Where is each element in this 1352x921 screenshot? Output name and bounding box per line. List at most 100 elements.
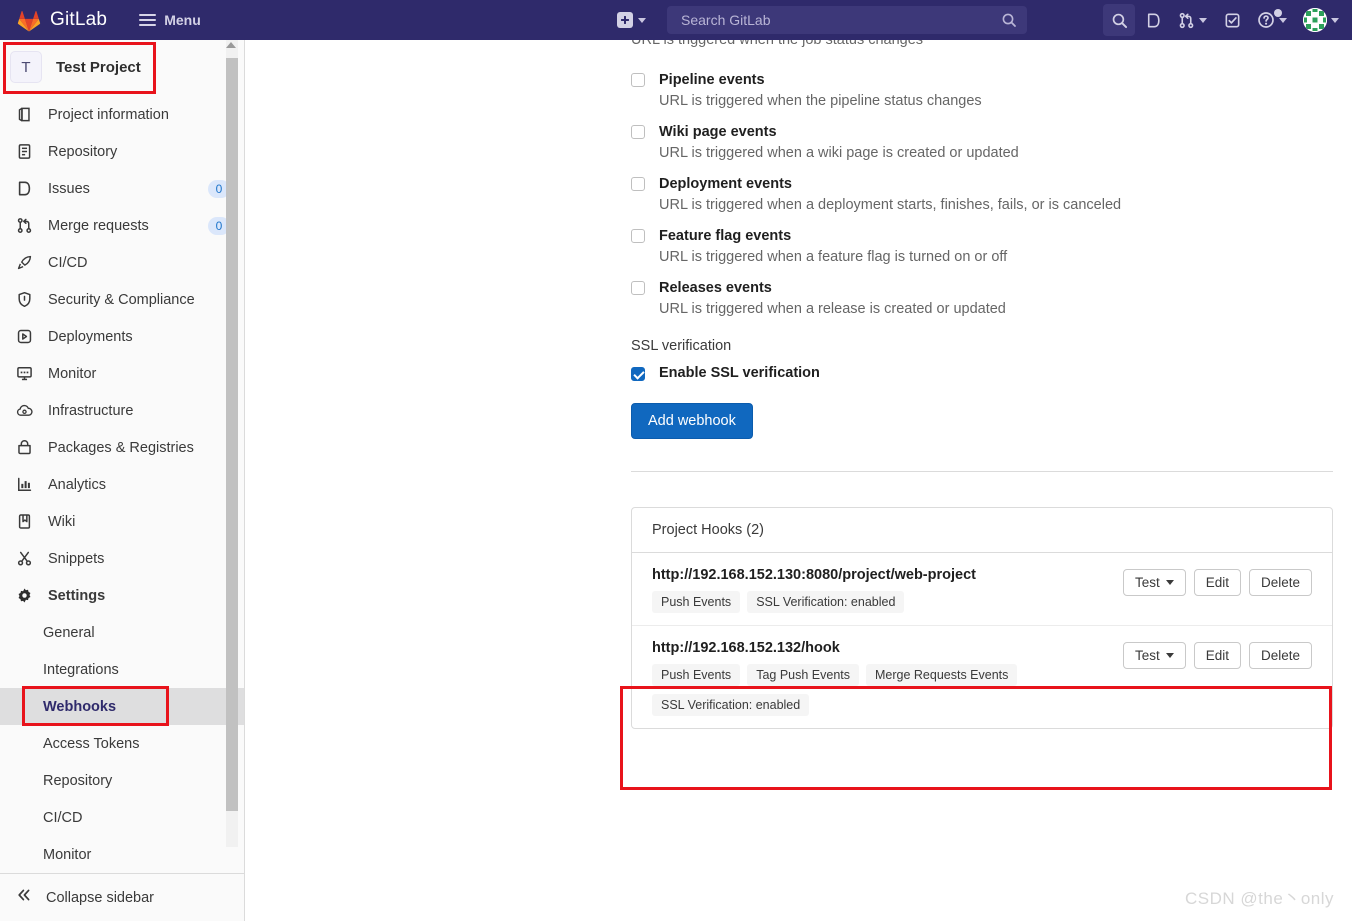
event-description: URL is triggered when a release is creat… — [659, 301, 1006, 317]
main-menu-button[interactable]: Menu — [133, 6, 207, 34]
gitlab-logo-icon[interactable] — [16, 8, 42, 32]
sidebar-item-deployments[interactable]: Deployments — [0, 318, 244, 355]
hook-tags-second-line: SSL Verification: enabled — [652, 694, 1123, 716]
event-description: URL is triggered when a wiki page is cre… — [659, 145, 1019, 161]
deployment-events-checkbox[interactable] — [631, 177, 645, 191]
sidebar-subitem-monitor[interactable]: Monitor — [0, 836, 244, 873]
issues-button[interactable] — [1137, 4, 1169, 36]
enable-ssl-verification-checkbox[interactable] — [631, 367, 645, 381]
event-title: Deployment events — [659, 176, 792, 192]
sidebar-nav-list: Project information Repository Issues 0 — [0, 94, 244, 873]
user-menu-button[interactable] — [1296, 4, 1346, 36]
chevron-down-icon — [638, 17, 646, 23]
table-row: http://192.168.152.130:8080/project/web-… — [632, 553, 1332, 626]
sidebar-subitem-label: CI/CD — [43, 809, 83, 826]
sidebar-subitem-cicd[interactable]: CI/CD — [0, 799, 244, 836]
cloud-gear-icon — [16, 402, 38, 419]
search-input[interactable] — [667, 7, 967, 33]
todos-button[interactable] — [1216, 4, 1248, 36]
merge-requests-button[interactable] — [1171, 4, 1214, 36]
sidebar-subitem-general[interactable]: General — [0, 614, 244, 651]
project-hooks-title: Project Hooks (2) — [632, 508, 1332, 553]
collapse-sidebar-button[interactable]: Collapse sidebar — [0, 873, 244, 921]
sidebar-subitem-label: Access Tokens — [43, 735, 140, 752]
test-dropdown-button[interactable]: Test — [1122, 642, 1186, 669]
sidebar-item-merge-requests[interactable]: Merge requests 0 — [0, 207, 244, 244]
ssl-verification-row: Enable SSL verification — [631, 364, 1333, 381]
sidebar-item-issues[interactable]: Issues 0 — [0, 170, 244, 207]
merge-request-icon — [16, 217, 38, 234]
sidebar-item-analytics[interactable]: Analytics — [0, 466, 244, 503]
hook-tags: Push Events SSL Verification: enabled — [652, 591, 1123, 613]
delete-button[interactable]: Delete — [1248, 569, 1312, 596]
sidebar-subitem-access-tokens[interactable]: Access Tokens — [0, 725, 244, 762]
sidebar-item-snippets[interactable]: Snippets — [0, 540, 244, 577]
sidebar-item-label: Settings — [48, 587, 106, 604]
sidebar-subitem-label: Repository — [43, 772, 113, 789]
edit-button[interactable]: Edit — [1193, 642, 1241, 669]
sidebar-item-label: CI/CD — [48, 254, 88, 271]
event-row-wiki-page: Wiki page events URL is triggered when a… — [631, 122, 1333, 164]
gitlab-brand-text: GitLab — [50, 9, 108, 30]
global-search[interactable] — [667, 6, 1027, 34]
sidebar-item-label: Analytics — [48, 476, 107, 493]
sidebar-item-label: Snippets — [48, 550, 105, 567]
project-sidebar: T Test Project Project information Repos… — [0, 40, 245, 921]
event-row-deployment: Deployment events URL is triggered when … — [631, 174, 1333, 216]
issues-icon — [16, 180, 38, 197]
help-button[interactable] — [1250, 4, 1294, 36]
enable-ssl-verification-label: Enable SSL verification — [659, 364, 820, 381]
chart-icon — [16, 476, 38, 493]
sidebar-item-project-information[interactable]: Project information — [0, 96, 244, 133]
add-webhook-button[interactable]: Add webhook — [631, 403, 753, 439]
sidebar-subitem-integrations[interactable]: Integrations — [0, 651, 244, 688]
chevron-down-icon — [1199, 17, 1207, 23]
sidebar-item-infrastructure[interactable]: Infrastructure — [0, 392, 244, 429]
sidebar-scrollbar-thumb[interactable] — [226, 58, 238, 811]
delete-button[interactable]: Delete — [1248, 642, 1312, 669]
wiki-page-events-checkbox[interactable] — [631, 125, 645, 139]
hook-tag: SSL Verification: enabled — [747, 591, 905, 613]
hook-url: http://192.168.152.132/hook — [652, 640, 840, 656]
sidebar-item-label: Deployments — [48, 328, 133, 345]
pipeline-events-checkbox[interactable] — [631, 73, 645, 87]
sidebar-project-header[interactable]: T Test Project — [0, 40, 244, 94]
navbar-right-group — [1103, 0, 1346, 40]
search-toggle-button[interactable] — [1103, 4, 1135, 36]
sidebar-subitem-webhooks[interactable]: Webhooks — [0, 688, 244, 725]
sidebar-item-monitor[interactable]: Monitor — [0, 355, 244, 392]
search-icon — [1001, 12, 1017, 33]
event-row-pipeline: Pipeline events URL is triggered when th… — [631, 70, 1333, 112]
main-menu-label: Menu — [164, 12, 201, 28]
new-item-dropdown[interactable] — [612, 9, 651, 31]
sidebar-item-cicd[interactable]: CI/CD — [0, 244, 244, 281]
chevron-down-icon — [1165, 653, 1174, 658]
main-content: URL is triggered when the job status cha… — [245, 40, 1352, 921]
chevron-down-icon — [1279, 17, 1287, 23]
test-dropdown-button[interactable]: Test — [1122, 569, 1186, 596]
event-description: URL is triggered when a feature flag is … — [659, 249, 1008, 265]
scroll-up-arrow-icon[interactable] — [226, 42, 236, 48]
table-row: http://192.168.152.132/hook Push Events … — [632, 626, 1332, 728]
book-icon — [16, 513, 38, 530]
feature-flag-events-checkbox[interactable] — [631, 229, 645, 243]
sidebar-item-wiki[interactable]: Wiki — [0, 503, 244, 540]
double-chevron-left-icon — [16, 887, 32, 908]
sidebar-subitem-repository[interactable]: Repository — [0, 762, 244, 799]
watermark: CSDN @the丶only — [1185, 889, 1334, 908]
sidebar-item-settings[interactable]: Settings — [0, 577, 244, 614]
sidebar-item-packages-registries[interactable]: Packages & Registries — [0, 429, 244, 466]
collapse-sidebar-label: Collapse sidebar — [46, 889, 155, 906]
sidebar-item-label: Issues — [48, 180, 90, 197]
webhook-settings-form: URL is triggered when the job status cha… — [631, 40, 1333, 729]
sidebar-item-label: Security & Compliance — [48, 291, 195, 308]
avatar — [1303, 8, 1327, 32]
sidebar-item-repository[interactable]: Repository — [0, 133, 244, 170]
event-description: URL is triggered when the pipeline statu… — [659, 93, 982, 109]
releases-events-checkbox[interactable] — [631, 281, 645, 295]
deployments-icon — [16, 328, 38, 345]
sidebar-item-security-compliance[interactable]: Security & Compliance — [0, 281, 244, 318]
hamburger-icon — [139, 11, 157, 29]
edit-button[interactable]: Edit — [1193, 569, 1241, 596]
scissors-icon — [16, 550, 38, 567]
